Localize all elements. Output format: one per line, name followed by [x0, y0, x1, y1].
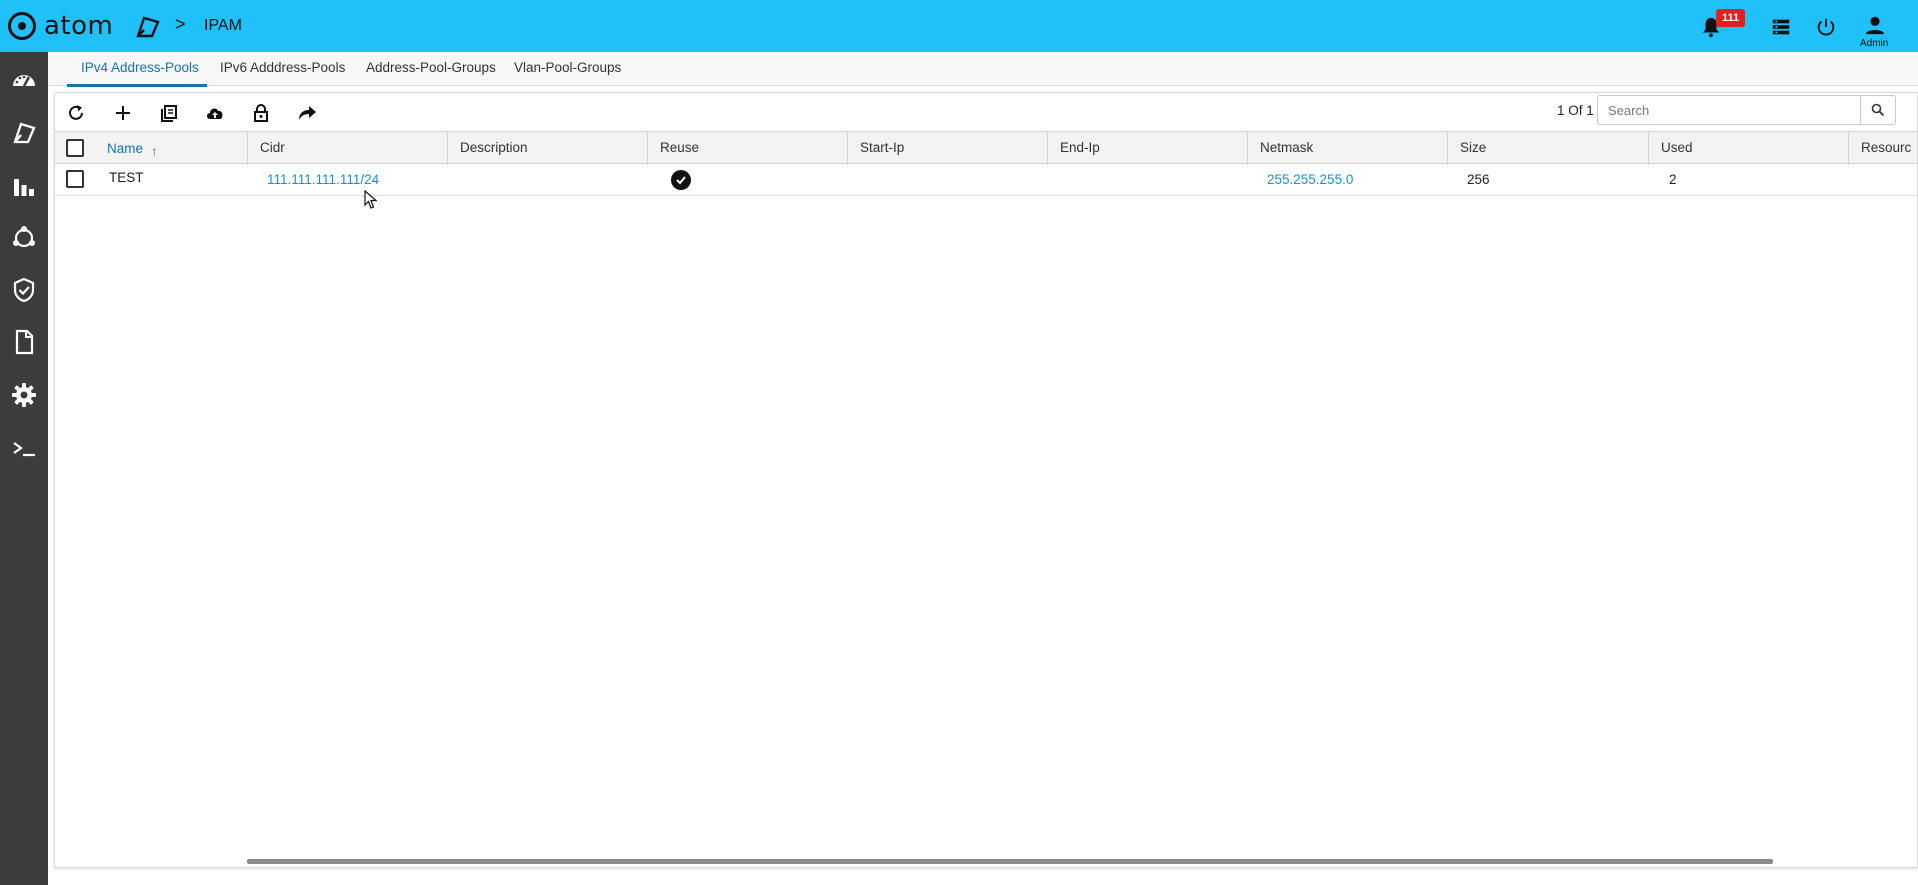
- active-tab-indicator: [67, 84, 207, 87]
- user-icon[interactable]: [1864, 14, 1886, 36]
- sidebar-item-terminal[interactable]: [0, 425, 48, 473]
- topology-icon: [13, 226, 35, 248]
- sidebar-item-inventory[interactable]: [0, 109, 48, 157]
- tab-bar: IPv4 Address-Pools IPv6 Adddress-Pools A…: [48, 52, 1918, 87]
- tab-vlan-pool-groups[interactable]: Vlan-Pool-Groups: [514, 60, 621, 75]
- lock-icon: [254, 104, 268, 122]
- share-button[interactable]: [293, 99, 321, 127]
- tab-ipv6-address-pools[interactable]: IPv6 Adddress-Pools: [220, 60, 345, 75]
- column-header-used[interactable]: Used: [1649, 132, 1849, 165]
- search-icon: [1871, 103, 1885, 117]
- sidebar-item-settings[interactable]: [0, 371, 48, 419]
- column-header-description[interactable]: Description: [448, 132, 648, 165]
- inventory-breadcrumb-icon[interactable]: [134, 14, 162, 40]
- sidebar-item-analytics[interactable]: [0, 162, 48, 210]
- breadcrumb-separator: >: [175, 14, 186, 34]
- column-header-netmask[interactable]: Netmask: [1248, 132, 1448, 165]
- document-icon: [15, 329, 34, 355]
- sidebar-item-dashboard[interactable]: [0, 57, 48, 105]
- pager-text: 1 Of 1: [1557, 103, 1594, 118]
- upload-cloud-icon: [207, 108, 223, 119]
- column-header-cidr[interactable]: Cidr: [248, 132, 448, 165]
- terminal-icon: [13, 442, 35, 457]
- column-header-end-ip[interactable]: End-Ip: [1048, 132, 1248, 165]
- refresh-icon: [69, 105, 83, 120]
- sort-ascending-icon: ↑: [151, 143, 159, 159]
- tab-ipv4-address-pools[interactable]: IPv4 Address-Pools: [81, 60, 199, 75]
- notification-badge: 111: [1716, 9, 1746, 27]
- column-header-resource[interactable]: Resourc: [1849, 132, 1917, 165]
- sidebar-item-topology[interactable]: [0, 214, 48, 262]
- settings-gear-icon: [12, 383, 36, 407]
- shield-check-icon: [13, 277, 35, 303]
- sidebar-item-documents[interactable]: [0, 318, 48, 366]
- upload-button[interactable]: [201, 99, 229, 127]
- column-header-start-ip[interactable]: Start-Ip: [848, 132, 1048, 165]
- tab-address-pool-groups[interactable]: Address-Pool-Groups: [366, 60, 496, 75]
- column-header-name-label: Name: [107, 141, 144, 156]
- list-icon[interactable]: [1770, 16, 1792, 38]
- mouse-cursor-icon: [364, 190, 378, 209]
- search-button[interactable]: [1860, 95, 1896, 125]
- column-header-name[interactable]: Name ↑: [96, 132, 248, 165]
- add-icon: [116, 106, 130, 120]
- cell-used: 2: [1669, 172, 1677, 187]
- search-input[interactable]: [1597, 95, 1861, 125]
- dashboard-gauge-icon: [13, 75, 35, 87]
- copy-button[interactable]: [155, 99, 183, 127]
- cell-size: 256: [1467, 172, 1490, 187]
- row-checkbox[interactable]: [66, 170, 84, 188]
- user-label: Admin: [1860, 38, 1889, 49]
- add-button[interactable]: [109, 99, 137, 127]
- cell-netmask-link[interactable]: 255.255.255.0: [1267, 164, 1353, 196]
- table-row[interactable]: TEST 111.111.111.111/24 255.255.255.0 25…: [55, 164, 1917, 196]
- sidebar: [0, 52, 48, 885]
- breadcrumb-current: IPAM: [204, 17, 242, 34]
- copy-icon: [161, 105, 177, 122]
- cell-cidr-link[interactable]: 111.111.111.111/24: [267, 164, 379, 196]
- column-header-reuse[interactable]: Reuse: [648, 132, 848, 165]
- lock-button[interactable]: [247, 99, 275, 127]
- refresh-button[interactable]: [62, 99, 90, 127]
- share-arrow-icon: [299, 106, 316, 120]
- horizontal-scrollbar[interactable]: [247, 859, 1773, 864]
- inventory-icon: [13, 122, 36, 144]
- select-all-checkbox[interactable]: [66, 139, 84, 157]
- top-header: atom > IPAM 111 Admin: [0, 0, 1918, 52]
- sidebar-item-security[interactable]: [0, 266, 48, 314]
- cell-name: TEST: [109, 170, 144, 185]
- logo-mark-icon: [8, 12, 36, 40]
- table-header: Name ↑ Cidr Description Reuse Start-Ip En…: [55, 131, 1917, 165]
- column-header-size[interactable]: Size: [1448, 132, 1649, 165]
- bar-chart-icon: [14, 179, 34, 196]
- content-panel: 1 Of 1 Name ↑ Cidr Description Reuse Star…: [54, 92, 1918, 868]
- reuse-check-icon: [671, 170, 691, 190]
- power-icon[interactable]: [1815, 16, 1837, 38]
- logo-text: atom: [44, 11, 114, 41]
- atom-logo[interactable]: atom: [8, 12, 113, 40]
